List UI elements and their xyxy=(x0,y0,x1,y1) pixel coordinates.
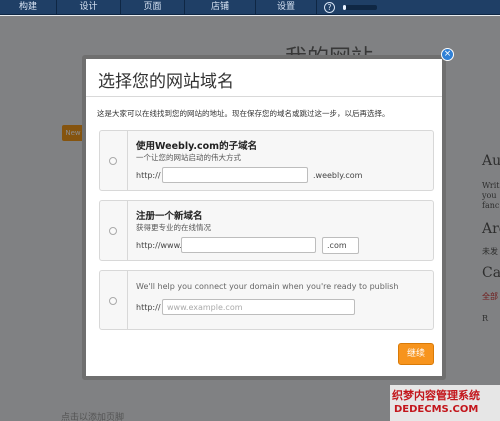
nav-item-store[interactable]: 店铺 xyxy=(185,0,255,15)
subdomain-prefix: http:// xyxy=(136,171,161,180)
close-icon[interactable]: × xyxy=(441,48,454,61)
register-domain-option-subtitle: 获得更专业的在线情况 xyxy=(136,223,211,232)
register-domain-option[interactable]: 注册一个新域名 获得更专业的在线情况 http://www. .com xyxy=(99,200,434,261)
existing-domain-help-text: We'll help you connect your domain when … xyxy=(136,282,399,291)
dialog-intro-text: 这是大家可以在线找到您的网站的地址。现在保存您的域名或跳过这一步，以后再选择。 xyxy=(97,109,390,118)
nav-item-design[interactable]: 设计 xyxy=(57,0,120,15)
watermark-line1: 织梦内容管理系统 xyxy=(392,389,480,402)
subdomain-option[interactable]: 使用Weebly.com的子域名 一个让您的网站启动的伟大方式 http:// … xyxy=(99,130,434,191)
nav-item-settings[interactable]: 设置 xyxy=(256,0,316,15)
radio-column xyxy=(100,201,128,260)
watermark-line2: DEDECMS.COM xyxy=(394,404,479,415)
watermark-logo: 织梦内容管理系统 DEDECMS.COM xyxy=(390,385,500,421)
help-icon[interactable]: ? xyxy=(324,2,335,13)
register-domain-prefix: http://www. xyxy=(136,241,182,250)
nav-separator xyxy=(316,0,317,15)
site-progress-fill xyxy=(343,5,346,10)
existing-domain-input[interactable] xyxy=(162,299,355,315)
continue-button[interactable]: 继续 xyxy=(398,343,434,365)
subdomain-suffix: .weebly.com xyxy=(313,171,363,180)
register-domain-input[interactable] xyxy=(181,237,316,253)
register-domain-option-title: 注册一个新域名 xyxy=(136,211,203,222)
tld-select[interactable]: .com xyxy=(322,237,359,254)
register-domain-radio[interactable] xyxy=(109,227,117,235)
subdomain-input[interactable] xyxy=(162,167,308,183)
subdomain-radio[interactable] xyxy=(109,157,117,165)
radio-column xyxy=(100,271,128,329)
nav-item-build[interactable]: 构建 xyxy=(0,0,56,15)
existing-domain-prefix: http:// xyxy=(136,303,161,312)
dialog-divider xyxy=(86,96,442,97)
radio-column xyxy=(100,131,128,190)
top-navigation-bar: 构建 设计 页面 店铺 设置 ? xyxy=(0,0,500,15)
nav-item-pages[interactable]: 页面 xyxy=(121,0,184,15)
domain-dialog: 选择您的网站域名 这是大家可以在线找到您的网站的地址。现在保存您的域名或跳过这一… xyxy=(82,55,446,380)
dialog-title: 选择您的网站域名 xyxy=(98,72,234,92)
existing-domain-radio[interactable] xyxy=(109,297,117,305)
site-progress-bar xyxy=(343,5,377,10)
subdomain-option-title: 使用Weebly.com的子域名 xyxy=(136,141,258,152)
subdomain-option-subtitle: 一个让您的网站启动的伟大方式 xyxy=(136,153,241,162)
existing-domain-option[interactable]: We'll help you connect your domain when … xyxy=(99,270,434,330)
